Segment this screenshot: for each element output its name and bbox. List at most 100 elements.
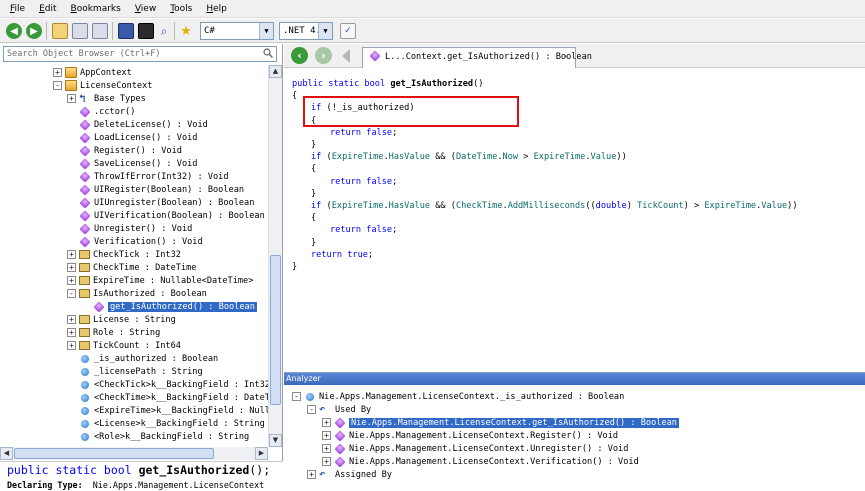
analyzer-item[interactable]: + Nie.Apps.Management.LicenseContext.get_…: [322, 416, 679, 429]
tab-scroll-left-icon[interactable]: [342, 49, 350, 63]
close-icon[interactable]: ✕: [564, 48, 569, 67]
menu-item-0[interactable]: File: [10, 4, 25, 14]
collapse-icon[interactable]: -: [292, 392, 301, 401]
back-icon[interactable]: ‹: [291, 47, 308, 64]
menu-item-2[interactable]: Bookmarks: [71, 4, 121, 14]
tree-item[interactable]: ThrowIfError(Int32) : Void: [67, 170, 229, 183]
search-input[interactable]: Search Object Browser (Ctrl+F): [3, 46, 277, 62]
expand-icon[interactable]: +: [322, 431, 331, 440]
code-token[interactable]: Value: [761, 201, 787, 211]
tree-item[interactable]: <CheckTick>k__BackingField : Int32: [67, 378, 268, 391]
framework-select[interactable]: .NET 4.5 ▼: [279, 22, 333, 40]
save-icon[interactable]: [72, 23, 88, 39]
tree-item[interactable]: + ↰ Base Types: [67, 92, 146, 105]
menu-item-5[interactable]: Help: [206, 4, 227, 14]
expand-icon[interactable]: +: [67, 315, 76, 324]
tree-item[interactable]: get_IsAuthorized() : Boolean: [81, 300, 257, 313]
scroll-up-icon[interactable]: ▲: [269, 65, 282, 78]
tree-item[interactable]: Verification() : Void: [67, 235, 203, 248]
scroll-down-icon[interactable]: ▼: [269, 434, 282, 447]
tree-item[interactable]: + CheckTime : DateTime: [67, 261, 196, 274]
expand-icon[interactable]: +: [322, 457, 331, 466]
expand-icon[interactable]: +: [322, 444, 331, 453]
code-token[interactable]: ExpireTime: [332, 201, 384, 211]
menu-item-4[interactable]: Tools: [170, 4, 192, 14]
analyzer-item[interactable]: + ↶ Assigned By: [307, 468, 392, 481]
expand-icon[interactable]: +: [53, 68, 62, 77]
expand-icon[interactable]: +: [67, 276, 76, 285]
forward-icon[interactable]: ›: [315, 47, 332, 64]
tree-item[interactable]: .cctor(): [67, 105, 135, 118]
scroll-thumb[interactable]: [14, 448, 214, 459]
code-token[interactable]: DateTime: [456, 152, 497, 162]
reload-icon[interactable]: [92, 23, 108, 39]
tree-item[interactable]: Register() : Void: [67, 144, 182, 157]
language-select[interactable]: C# ▼: [200, 22, 274, 40]
tree-horizontal-scrollbar[interactable]: ◀ ▶: [0, 447, 268, 460]
code-token[interactable]: TickCount: [637, 201, 684, 211]
code-token[interactable]: Value: [591, 152, 617, 162]
tree-item[interactable]: - LicenseContext: [53, 79, 152, 92]
code-view[interactable]: public static bool get_IsAuthorized(){if…: [284, 69, 865, 372]
code-token[interactable]: ExpireTime: [332, 152, 384, 162]
tree-item[interactable]: - IsAuthorized : Boolean: [67, 287, 207, 300]
code-token[interactable]: HasValue: [389, 201, 430, 211]
tree-item[interactable]: LoadLicense() : Void: [67, 131, 197, 144]
code-token[interactable]: HasValue: [389, 152, 430, 162]
scroll-left-icon[interactable]: ◀: [0, 447, 13, 460]
tree-item[interactable]: <CheckTime>k__BackingField : DateTi: [67, 391, 268, 404]
analyzer-item[interactable]: - ↶ Used By: [307, 403, 371, 416]
tree-item[interactable]: Unregister() : Void: [67, 222, 192, 235]
tree-item[interactable]: + ExpireTime : Nullable<DateTime>: [67, 274, 253, 287]
tree-item[interactable]: _is_authorized : Boolean: [67, 352, 218, 365]
collapse-icon[interactable]: -: [307, 405, 316, 414]
star-icon[interactable]: ★: [178, 23, 194, 39]
options-icon[interactable]: ✓: [340, 23, 356, 39]
expand-icon[interactable]: +: [322, 418, 331, 427]
tree-item[interactable]: _licensePath : String: [67, 365, 203, 378]
tree-item[interactable]: + License : String: [67, 313, 176, 326]
tree-item[interactable]: UIRegister(Boolean) : Boolean: [67, 183, 244, 196]
analyzer-item[interactable]: + Nie.Apps.Management.LicenseContext.Veri…: [322, 455, 639, 468]
tree-item[interactable]: <ExpireTime>k__BackingField : Nulla: [67, 404, 268, 417]
analyzer-item[interactable]: + Nie.Apps.Management.LicenseContext.Unre…: [322, 442, 628, 455]
code-token[interactable]: ExpireTime: [534, 152, 586, 162]
tab-get-isauthorized[interactable]: L...Context.get_IsAuthorized() : Boolean…: [362, 47, 592, 68]
expand-icon[interactable]: +: [67, 263, 76, 272]
tree-item[interactable]: + TickCount : Int64: [67, 339, 181, 352]
menu-item-3[interactable]: View: [135, 4, 156, 14]
scroll-thumb[interactable]: [270, 255, 281, 405]
tree-item[interactable]: <Role>k__BackingField : String: [67, 430, 249, 443]
assembly-list-icon[interactable]: [118, 23, 134, 39]
collapse-icon[interactable]: -: [67, 289, 76, 298]
expand-icon[interactable]: +: [67, 250, 76, 259]
analyzer-item[interactable]: + Nie.Apps.Management.LicenseContext.Regi…: [322, 429, 618, 442]
tree-item[interactable]: + CheckTick : Int32: [67, 248, 181, 261]
menu-item-1[interactable]: Edit: [39, 4, 56, 14]
code-token[interactable]: get_IsAuthorized: [390, 79, 473, 89]
scroll-right-icon[interactable]: ▶: [255, 447, 268, 460]
code-token[interactable]: CheckTime: [456, 201, 503, 211]
expand-icon[interactable]: +: [307, 470, 316, 479]
tree-item[interactable]: + AppContext: [53, 66, 132, 79]
code-token[interactable]: ExpireTime: [704, 201, 756, 211]
code-token[interactable]: AddMilliseconds: [508, 201, 586, 211]
collapse-icon[interactable]: -: [53, 81, 62, 90]
tree-item[interactable]: SaveLicense() : Void: [67, 157, 197, 170]
show-internal-icon[interactable]: [138, 23, 154, 39]
back-icon[interactable]: ◀: [6, 23, 22, 39]
forward-icon[interactable]: ▶: [26, 23, 42, 39]
tree-vertical-scrollbar[interactable]: ▲ ▼: [268, 65, 282, 447]
analyzer-item[interactable]: - Nie.Apps.Management.LicenseContext._is_…: [292, 390, 624, 403]
expand-icon[interactable]: +: [67, 94, 76, 103]
code-token[interactable]: Now: [503, 152, 519, 162]
tree-item[interactable]: <License>k__BackingField : String: [67, 417, 265, 430]
tree-item[interactable]: DeleteLicense() : Void: [67, 118, 208, 131]
expand-icon[interactable]: +: [67, 341, 76, 350]
open-folder-icon[interactable]: [52, 23, 68, 39]
tree-item[interactable]: UIUnregister(Boolean) : Boolean: [67, 196, 254, 209]
search-icon[interactable]: ⌕: [156, 23, 172, 39]
expand-icon[interactable]: +: [67, 328, 76, 337]
tree-item[interactable]: + Role : String: [67, 326, 160, 339]
tree-item[interactable]: UIVerification(Boolean) : Boolean: [67, 209, 265, 222]
